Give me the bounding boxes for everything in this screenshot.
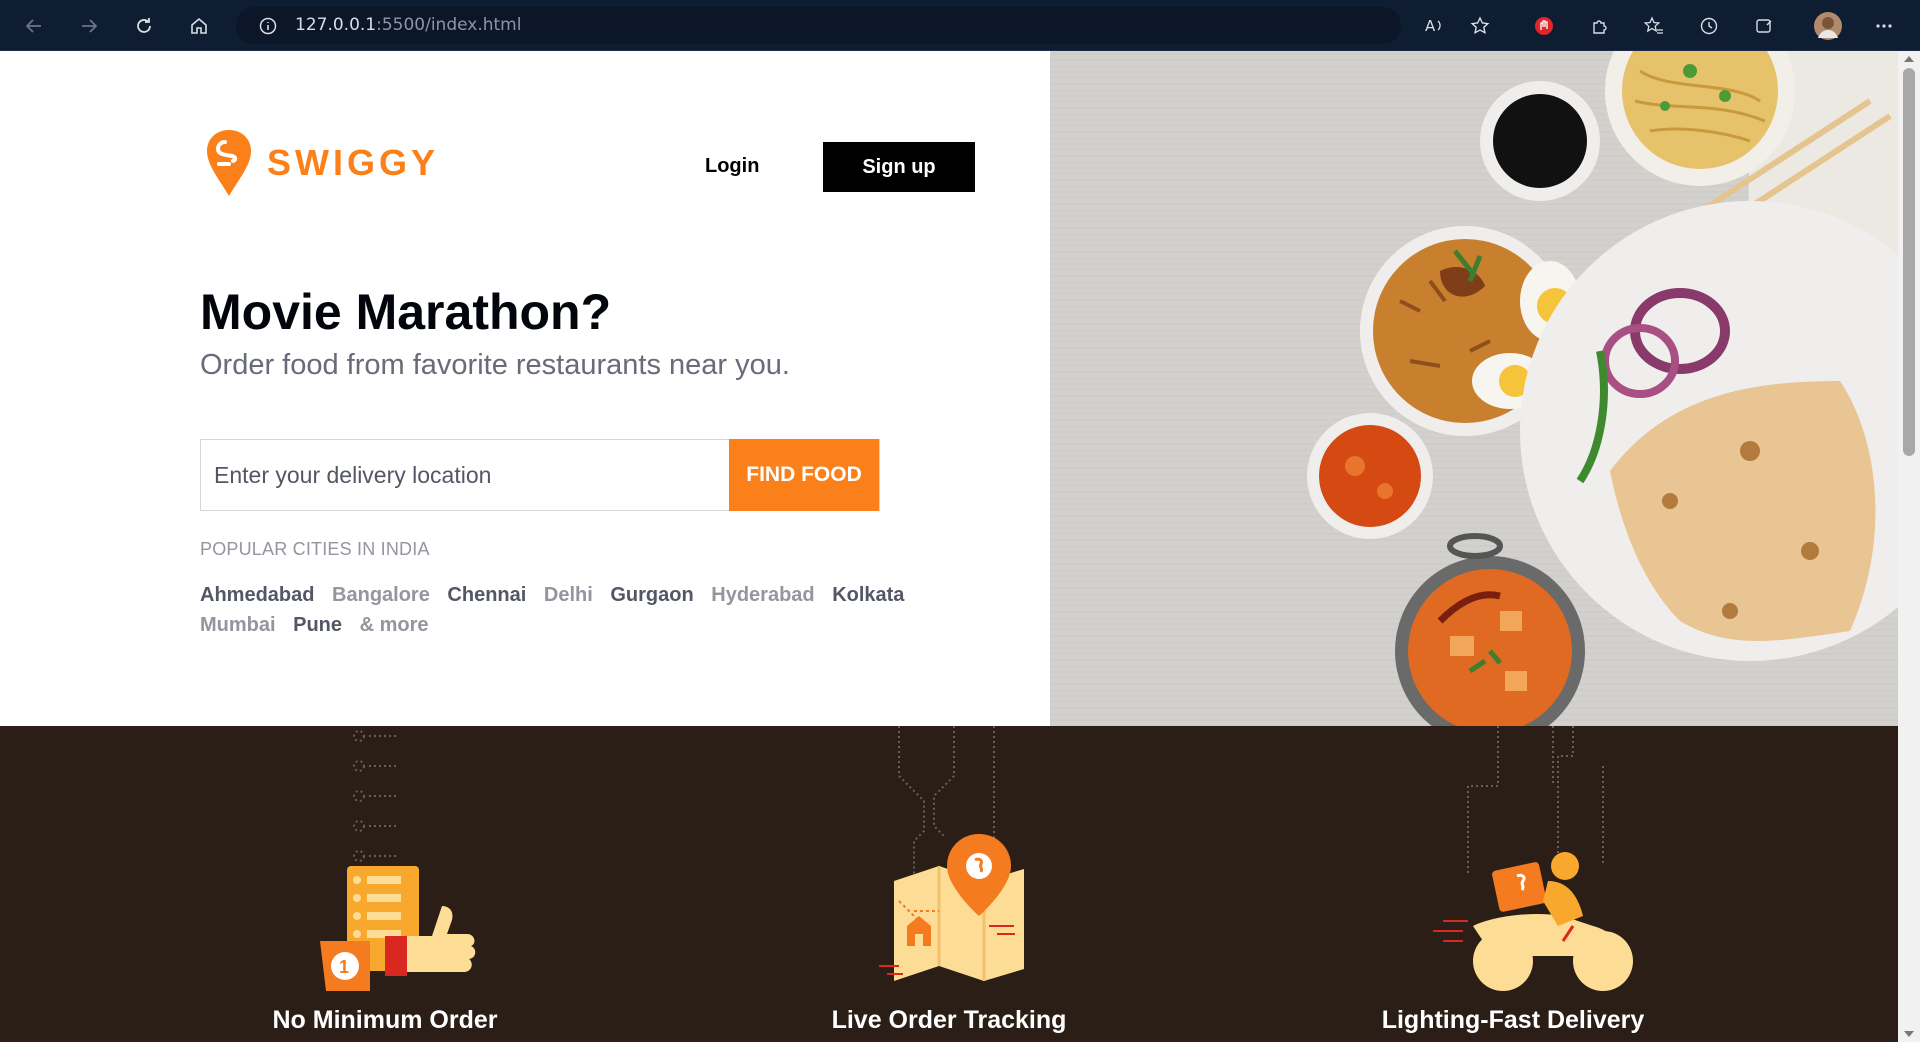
features-section: 1 No Minimum Order Live Order Tracking L… [0,726,1898,1042]
adblock-extension-icon[interactable] [1530,12,1558,40]
delivery-location-input[interactable] [201,440,729,510]
city-link[interactable]: Delhi [544,584,593,606]
city-link[interactable]: Bangalore [332,584,430,606]
more-menu-icon[interactable] [1870,12,1898,40]
live-order-tracking-icon [879,726,1024,981]
hero-section: SWIGGY Login Sign up Movie Marathon? Ord… [0,51,1050,726]
extensions-icon[interactable] [1585,12,1613,40]
city-link[interactable]: Mumbai [200,614,276,636]
site-info-icon[interactable] [254,12,282,40]
profile-avatar[interactable] [1812,10,1844,42]
popular-cities-list: Ahmedabad Bangalore Chennai Delhi Gurgao… [200,580,920,640]
scroll-thumb[interactable] [1903,68,1915,456]
signup-button[interactable]: Sign up [823,142,975,192]
location-search: FIND FOOD [200,439,880,511]
scroll-up-icon[interactable] [1904,56,1914,62]
add-favorite-icon[interactable] [1466,12,1494,40]
url-host: 127.0.0.1 [295,15,377,35]
svg-text:A: A [1425,17,1436,35]
city-link[interactable]: Pune [293,614,342,636]
read-aloud-icon[interactable]: A [1420,12,1448,40]
browser-toolbar: 127.0.0.1:5500/index.html A [0,0,1920,51]
login-link[interactable]: Login [705,155,759,178]
city-link[interactable]: Ahmedabad [200,584,314,606]
no-minimum-order-icon: 1 [320,730,476,991]
hero-headline: Movie Marathon? [200,284,612,340]
history-icon[interactable] [1695,12,1723,40]
url-path: :5500/index.html [376,15,522,35]
feature-live-order-tracking: Live Order Tracking [739,726,1159,1042]
svg-text:1: 1 [339,957,349,977]
collections-icon[interactable] [1750,12,1778,40]
favorites-icon[interactable] [1640,12,1668,40]
find-food-button[interactable]: FIND FOOD [729,439,879,511]
feature-no-minimum-order: 1 No Minimum Order [175,726,595,1042]
hero-food-image [1050,51,1898,726]
feature-lightning-fast-delivery: Lighting-Fast Delivery [1303,726,1723,1042]
url-text: 127.0.0.1:5500/index.html [295,15,521,35]
page: SWIGGY Login Sign up Movie Marathon? Ord… [0,51,1898,1042]
refresh-icon[interactable] [130,12,158,40]
more-cities-link[interactable]: & more [360,614,429,636]
city-link[interactable]: Hyderabad [711,584,814,606]
brand-logo[interactable]: SWIGGY [205,128,439,198]
feature-title: Lighting-Fast Delivery [1381,1006,1645,1034]
hero-subline: Order food from favorite restaurants nea… [200,349,790,381]
forward-icon[interactable] [75,12,103,40]
page-scrollbar[interactable] [1898,51,1920,1042]
brand-name: SWIGGY [267,142,440,183]
city-link[interactable]: Gurgaon [610,584,693,606]
popular-cities-title: POPULAR CITIES IN INDIA [200,539,430,559]
swiggy-logo-icon [207,130,251,196]
city-link[interactable]: Chennai [447,584,526,606]
feature-title: Live Order Tracking [831,1006,1067,1034]
home-icon[interactable] [185,12,213,40]
back-icon[interactable] [20,12,48,40]
feature-title: No Minimum Order [272,1006,498,1034]
scroll-down-icon[interactable] [1904,1031,1914,1037]
city-link[interactable]: Kolkata [832,584,904,606]
fast-delivery-icon [1433,726,1633,991]
